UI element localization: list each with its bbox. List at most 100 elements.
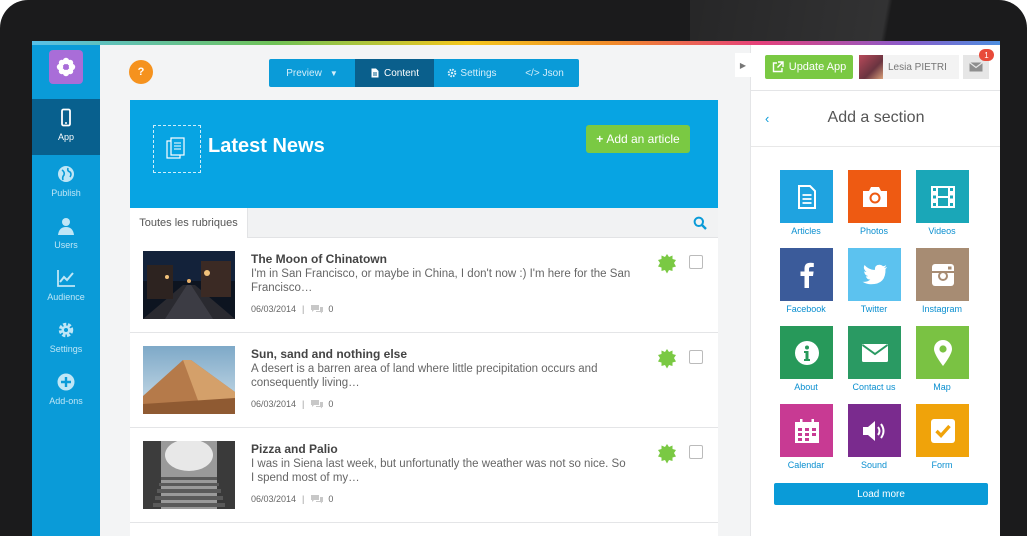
published-badge-icon bbox=[658, 444, 676, 464]
map-pin-icon bbox=[933, 339, 952, 366]
comment-count: 0 bbox=[328, 399, 334, 409]
article-date: 06/03/2014 bbox=[251, 494, 297, 504]
article-checkbox[interactable] bbox=[689, 255, 703, 269]
section-label: Articles bbox=[791, 226, 821, 236]
section-tile-instagram[interactable] bbox=[916, 248, 969, 301]
notification-badge: 1 bbox=[979, 49, 994, 61]
document-icon bbox=[371, 68, 379, 78]
nav-item-app[interactable]: App bbox=[32, 99, 100, 155]
nav-item-addons[interactable]: Add-ons bbox=[32, 363, 100, 419]
section-tile-sound[interactable] bbox=[848, 404, 901, 457]
device-frame: App Publish Users Audience Settings Add-… bbox=[0, 0, 1027, 536]
comment-count: 0 bbox=[328, 304, 334, 314]
add-article-label: Add an article bbox=[606, 132, 680, 146]
tab-json-label: Json bbox=[542, 67, 564, 79]
card-header: Latest News + Add an article bbox=[130, 100, 718, 208]
view-tabs: Preview ▼ Content Settings </> Json bbox=[269, 59, 579, 87]
flower-logo-icon bbox=[56, 57, 76, 77]
instagram-icon bbox=[931, 263, 954, 286]
nav-label-app: App bbox=[57, 132, 74, 142]
documents-icon bbox=[166, 137, 185, 159]
section-tile-form[interactable] bbox=[916, 404, 969, 457]
section-label: About bbox=[794, 382, 818, 392]
article-thumbnail bbox=[143, 346, 235, 414]
section-tile-contact[interactable] bbox=[848, 326, 901, 379]
search-icon[interactable] bbox=[693, 216, 707, 230]
section-label: Instagram bbox=[921, 304, 963, 314]
section-label: Sound bbox=[860, 460, 888, 470]
section-label: Twitter bbox=[860, 304, 888, 314]
tab-content[interactable]: Content bbox=[355, 59, 434, 87]
nav-item-publish[interactable]: Publish bbox=[32, 155, 100, 211]
phone-icon bbox=[61, 108, 71, 127]
article-thumbnail bbox=[143, 251, 235, 319]
section-tile-twitter[interactable] bbox=[848, 248, 901, 301]
section-tile-map[interactable] bbox=[916, 326, 969, 379]
section-tile-photos[interactable] bbox=[848, 170, 901, 223]
section-title: Latest News bbox=[208, 135, 325, 157]
add-article-button[interactable]: + Add an article bbox=[586, 125, 690, 153]
article-thumbnail bbox=[143, 441, 235, 509]
help-button[interactable]: ? bbox=[129, 60, 153, 84]
article-title[interactable]: Sun, sand and nothing else bbox=[251, 347, 407, 361]
nav-item-users[interactable]: Users bbox=[32, 207, 100, 263]
filter-bar: Toutes les rubriques bbox=[130, 208, 718, 238]
right-panel: ▶ Update App Lesia PIETRI 1 ‹ Add a sect… bbox=[735, 45, 1000, 536]
envelope-icon bbox=[861, 343, 888, 362]
article-title[interactable]: The Moon of Chinatown bbox=[251, 252, 387, 266]
info-icon bbox=[794, 340, 819, 365]
nav-label-publish: Publish bbox=[51, 188, 81, 198]
update-app-label: Update App bbox=[788, 61, 847, 73]
comment-count: 0 bbox=[328, 494, 334, 504]
category-filter[interactable]: Toutes les rubriques bbox=[130, 208, 248, 238]
tab-settings[interactable]: Settings bbox=[434, 59, 510, 87]
section-label: Facebook bbox=[786, 304, 826, 314]
article-excerpt: I'm in San Francisco, or maybe in China,… bbox=[251, 268, 631, 294]
plus-circle-icon bbox=[57, 373, 75, 391]
meta-separator: | bbox=[302, 494, 305, 504]
section-tile-articles[interactable] bbox=[780, 170, 833, 223]
article-excerpt: I was in Siena last week, but unfortunat… bbox=[251, 458, 626, 484]
load-more-button[interactable]: Load more bbox=[774, 483, 988, 505]
article-excerpt: A desert is a barren area of land where … bbox=[251, 363, 598, 389]
article-meta: 06/03/2014 | 0 bbox=[251, 399, 333, 409]
section-label: Calendar bbox=[787, 460, 825, 470]
article-checkbox[interactable] bbox=[689, 350, 703, 364]
article-title[interactable]: Pizza and Palio bbox=[251, 442, 338, 456]
app-logo[interactable] bbox=[49, 50, 83, 84]
section-tile-videos[interactable] bbox=[916, 170, 969, 223]
article-date: 06/03/2014 bbox=[251, 399, 297, 409]
user-icon bbox=[58, 218, 74, 235]
nav-item-audience[interactable]: Audience bbox=[32, 259, 100, 315]
user-name: Lesia PIETRI bbox=[888, 61, 947, 73]
nav-label-audience: Audience bbox=[47, 292, 85, 302]
caret-down-icon: ▼ bbox=[329, 68, 338, 78]
checkbox-icon bbox=[930, 418, 955, 443]
tab-content-label: Content bbox=[383, 67, 420, 79]
panel-toggle[interactable]: ▶ bbox=[735, 53, 751, 77]
section-tile-facebook[interactable] bbox=[780, 248, 833, 301]
article-icon bbox=[797, 184, 816, 209]
twitter-icon bbox=[862, 264, 887, 284]
article-row[interactable]: Pizza and Palio I was in Siena last week… bbox=[130, 428, 718, 523]
tab-preview[interactable]: Preview ▼ bbox=[269, 59, 355, 87]
comments-icon bbox=[311, 305, 324, 314]
nav-label-users: Users bbox=[54, 240, 78, 250]
tab-json[interactable]: </> Json bbox=[510, 59, 579, 87]
add-section-header: ‹ Add a section bbox=[751, 91, 1000, 147]
nav-label-settings: Settings bbox=[49, 344, 83, 354]
article-row[interactable]: Sun, sand and nothing else A desert is a… bbox=[130, 333, 718, 428]
article-row[interactable]: The Moon of Chinatown I'm in San Francis… bbox=[130, 238, 718, 333]
section-label: Videos bbox=[928, 226, 956, 236]
user-menu[interactable]: Lesia PIETRI bbox=[859, 55, 959, 79]
section-tile-about[interactable] bbox=[780, 326, 833, 379]
section-label: Contact us bbox=[852, 382, 896, 392]
nav-item-settings[interactable]: Settings bbox=[32, 311, 100, 367]
update-app-button[interactable]: Update App bbox=[765, 55, 853, 79]
section-tile-calendar[interactable] bbox=[780, 404, 833, 457]
facebook-icon bbox=[800, 262, 814, 288]
article-meta: 06/03/2014 | 0 bbox=[251, 304, 333, 314]
article-checkbox[interactable] bbox=[689, 445, 703, 459]
app-screen: App Publish Users Audience Settings Add-… bbox=[32, 41, 1000, 536]
section-label: Photos bbox=[859, 226, 889, 236]
